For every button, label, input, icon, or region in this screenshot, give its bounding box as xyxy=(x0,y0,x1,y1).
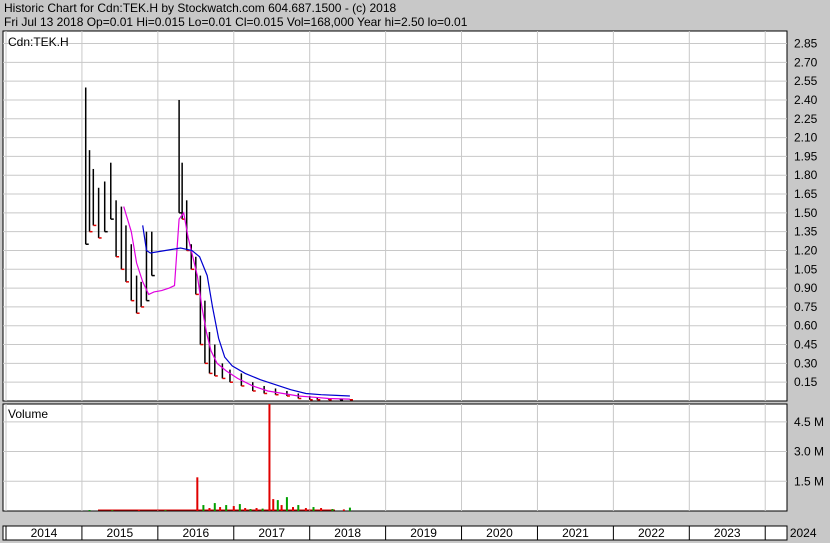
price-tick-label: 1.35 xyxy=(794,225,818,239)
date-tick-label: 2020 xyxy=(486,526,513,540)
volume-panel xyxy=(2,403,788,512)
header-quote: Fri Jul 13 2018 Op=0.01 Hi=0.015 Lo=0.01… xyxy=(4,15,468,29)
price-tick-label: 2.55 xyxy=(794,74,818,88)
date-tick-label: 2015 xyxy=(107,526,134,540)
price-tick-label: 1.05 xyxy=(794,262,818,276)
date-tick-label: 2014 xyxy=(31,526,58,540)
price-tick-label: 0.15 xyxy=(794,375,818,389)
price-tick-label: 1.95 xyxy=(794,149,818,163)
volume-tick-label: 1.5 M xyxy=(794,474,824,488)
volume-tick-label: 3.0 M xyxy=(794,445,824,459)
date-tick-label: 2016 xyxy=(182,526,209,540)
price-tick-label: 0.30 xyxy=(794,356,818,370)
volume-panel-label: Volume xyxy=(8,407,48,421)
price-tick-label: 2.70 xyxy=(794,55,818,69)
price-tick-label: 1.80 xyxy=(794,168,818,182)
price-panel-label: Cdn:TEK.H xyxy=(8,35,69,49)
date-tick-label: 2023 xyxy=(714,526,741,540)
date-tick-label: 2024 xyxy=(790,526,817,540)
header-title: Historic Chart for Cdn:TEK.H by Stockwat… xyxy=(4,1,396,15)
volume-tick-label: 4.5 M xyxy=(794,415,824,429)
price-tick-label: 0.90 xyxy=(794,281,818,295)
price-tick-label: 0.45 xyxy=(794,338,818,352)
date-tick-label: 2017 xyxy=(258,526,285,540)
price-tick-label: 1.20 xyxy=(794,243,818,257)
date-tick-label: 2022 xyxy=(638,526,665,540)
date-tick-label: 2021 xyxy=(562,526,589,540)
date-tick-label: 2018 xyxy=(334,526,361,540)
price-tick-label: 2.40 xyxy=(794,93,818,107)
stock-chart: Historic Chart for Cdn:TEK.H by Stockwat… xyxy=(2,1,824,541)
price-panel xyxy=(2,30,788,402)
date-tick-label: 2019 xyxy=(410,526,437,540)
price-tick-label: 1.50 xyxy=(794,206,818,220)
price-tick-label: 2.85 xyxy=(794,37,818,51)
price-tick-label: 2.25 xyxy=(794,112,818,126)
price-tick-label: 2.10 xyxy=(794,131,818,145)
price-tick-label: 1.65 xyxy=(794,187,818,201)
price-tick-label: 0.75 xyxy=(794,300,818,314)
price-tick-label: 0.60 xyxy=(794,319,818,333)
